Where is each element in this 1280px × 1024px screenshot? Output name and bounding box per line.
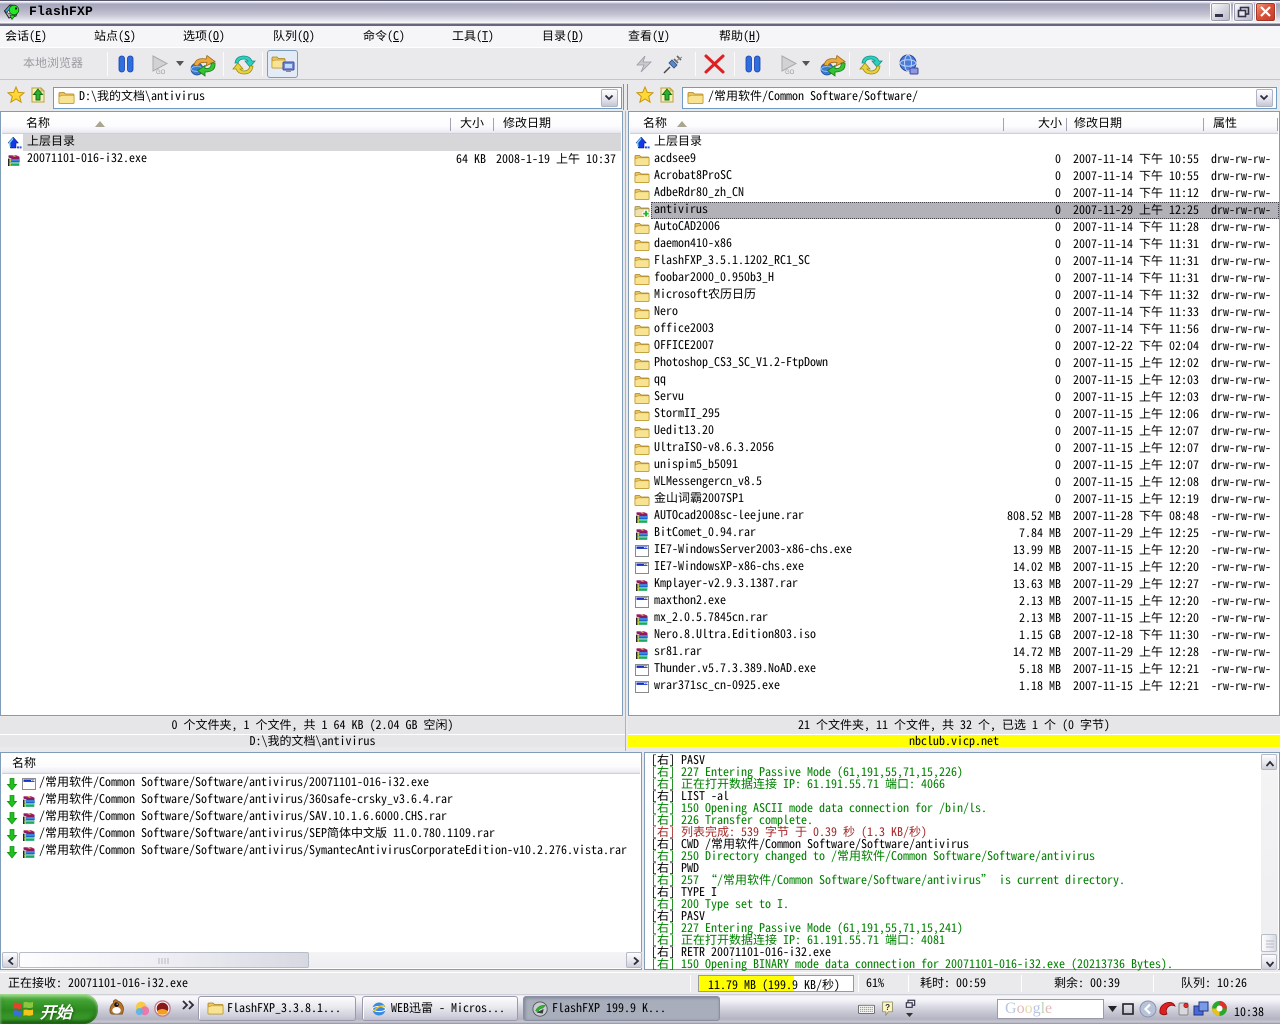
svg-text:?: ? <box>885 1003 890 1012</box>
svg-text:GO: GO <box>156 70 166 75</box>
svg-text:GO: GO <box>785 70 795 75</box>
